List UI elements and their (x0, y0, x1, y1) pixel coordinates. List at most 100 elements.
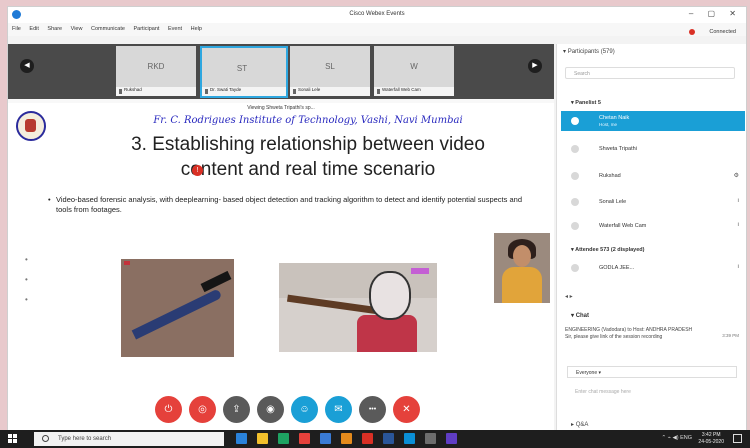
thumbnail-name-bar: Sonali Lele (290, 87, 370, 96)
qa-title: Q&A (575, 422, 589, 428)
thumbnail-name-bar: Waterfall Web Cam (374, 87, 454, 96)
menu-file[interactable]: File (12, 26, 21, 32)
participant-row-host[interactable]: Chetan Naik Host, me (561, 111, 745, 131)
stop-video-button[interactable]: ◎ (189, 396, 216, 423)
windows-start-icon[interactable] (8, 434, 18, 444)
video-thumbnail-strip: ◀ RKD Rukshad ST Dr. Swati Tayde SL Sona… (8, 44, 554, 99)
self-video-preview[interactable] (494, 233, 550, 303)
chat-message: ENGINEERING (Vadodara) to Host: ANDHRA P… (565, 327, 741, 340)
chat-header[interactable]: ▾ Chat (571, 312, 589, 319)
share-button[interactable]: ⇪ (223, 396, 250, 423)
mic-icon[interactable]: ı (737, 222, 739, 228)
avatar (571, 117, 579, 125)
menu-view[interactable]: View (71, 26, 83, 32)
menu-help[interactable]: Help (191, 26, 202, 32)
taskbar-app-icon[interactable] (299, 433, 310, 444)
menu-edit[interactable]: Edit (29, 26, 38, 32)
panel-scroll-icon[interactable]: ◂ ▸ (565, 293, 573, 300)
participant-row[interactable]: Rukshad ⚙ (561, 166, 745, 186)
more-button[interactable]: ••• (359, 396, 386, 423)
webex-window: Cisco Webex Events – ▢ ✕ File Edit Share… (7, 6, 747, 432)
mic-icon[interactable]: ı (737, 264, 739, 270)
participant-row[interactable]: Waterfall Web Cam ı (561, 216, 745, 236)
menu-bar: File Edit Share View Communicate Partici… (8, 23, 746, 36)
menu-share[interactable]: Share (47, 26, 62, 32)
taskbar-app-icon[interactable] (404, 433, 415, 444)
taskbar-app-icon[interactable] (320, 433, 331, 444)
taskbar-app-icon[interactable] (383, 433, 394, 444)
participants-header-text: Participants (579) (567, 49, 615, 55)
participant-row[interactable]: Shweta Tripathi (561, 139, 745, 159)
taskbar-search-input[interactable]: Type here to search (34, 432, 224, 446)
leave-button[interactable]: ✕ (393, 396, 420, 423)
slide-nav-dot-icon[interactable]: • (25, 275, 28, 284)
menu-communicate[interactable]: Communicate (91, 26, 125, 32)
connection-status-text: Connected (709, 29, 736, 35)
chat-text: Sir, please give link of the session rec… (565, 333, 663, 340)
thumbnail-sonali-lele[interactable]: SL Sonali Lele (290, 46, 370, 96)
mute-button[interactable]: ⏻ (155, 396, 182, 423)
thumbnails-next-icon[interactable]: ▶ (528, 59, 542, 73)
mic-icon (293, 89, 296, 94)
thumbnail-initials: W (410, 62, 418, 71)
qa-header[interactable]: ▸ Q&A (571, 421, 588, 428)
slide-title-line2: content and real time scenario (180, 159, 436, 180)
system-tray[interactable]: ⌃ ⌁ ◀) ENG (662, 435, 693, 441)
thumbnail-waterfall-web-cam[interactable]: W Waterfall Web Cam (374, 46, 454, 96)
participant-search-input[interactable]: Search (565, 67, 735, 79)
thumbnail-initials: SL (325, 62, 335, 71)
viewing-label: Viewing Shweta Tripathi's sp... (247, 105, 315, 111)
settings-icon[interactable]: ⚙ (734, 172, 739, 179)
thumbnails-prev-icon[interactable]: ◀ (20, 59, 34, 73)
participant-role: Host, me (599, 122, 618, 127)
thumbnail-name: Waterfall Web Cam (382, 87, 421, 92)
chat-input[interactable]: Enter chat message here (567, 384, 737, 400)
taskbar-app-icon[interactable] (425, 433, 436, 444)
participant-row[interactable]: Sonali Lele ı (561, 192, 745, 212)
mic-icon[interactable]: ı (737, 198, 739, 204)
chat-button[interactable]: ✉ (325, 396, 352, 423)
connection-status-icon (688, 28, 695, 35)
avatar (571, 172, 579, 180)
thumbnail-initials: RKD (147, 62, 165, 71)
chat-recipient-select[interactable]: Everyone ▾ (567, 366, 737, 378)
participants-button[interactable]: ☺ (291, 396, 318, 423)
thumbnail-name: Rukshad (124, 87, 142, 92)
menu-participant[interactable]: Participant (133, 26, 159, 32)
window-title: Cisco Webex Events (349, 11, 405, 17)
college-name: Fr. C. Rodrigues Institute of Technology… (153, 115, 463, 126)
menu-event[interactable]: Event (168, 26, 182, 32)
taskbar-app-icon[interactable] (341, 433, 352, 444)
thumbnail-rukshad[interactable]: RKD Rukshad (116, 46, 196, 96)
record-button[interactable]: ◉ (257, 396, 284, 423)
college-logo (16, 111, 46, 141)
panelist-heading[interactable]: ▾ Panelist 5 (571, 100, 601, 106)
knife-detection-image (121, 259, 234, 357)
taskbar-app-icon[interactable] (278, 433, 289, 444)
thumbnail-name: Dr. Swati Tayde (210, 87, 242, 92)
clock-time: 3:42 PM (701, 432, 721, 438)
slide-nav-dot-icon[interactable]: • (25, 295, 28, 304)
avatar (571, 264, 579, 272)
taskbar-app-icon[interactable] (362, 433, 373, 444)
alert-badge[interactable]: ! (192, 165, 203, 176)
avatar (571, 198, 579, 206)
connection-status[interactable]: Connected (688, 26, 739, 35)
participants-header[interactable]: ▾ Participants (579) (563, 48, 615, 55)
taskbar-app-icon[interactable] (446, 433, 457, 444)
window-controls[interactable]: – ▢ ✕ (689, 9, 742, 18)
thumbnail-swati-tayde[interactable]: ST Dr. Swati Tayde (200, 46, 288, 98)
chat-title: Chat (575, 313, 590, 319)
attendee-heading[interactable]: ▾ Attendee 573 (2 displayed) (571, 247, 644, 253)
title-bar: Cisco Webex Events – ▢ ✕ (8, 7, 746, 23)
panelist-heading-text: Panelist 5 (575, 100, 601, 106)
taskbar-clock[interactable]: 3:42 PM 24-05-2020 (698, 432, 724, 445)
taskbar-app-icon[interactable] (236, 433, 247, 444)
slide-nav-dot-icon[interactable]: • (25, 255, 28, 264)
participant-row-attendee[interactable]: GODLA JEE... ı (561, 258, 745, 278)
slide-bullet: • Video-based forensic analysis, with de… (48, 195, 536, 215)
language-indicator: ENG (680, 435, 692, 441)
taskbar-app-icon[interactable] (257, 433, 268, 444)
mic-icon (205, 89, 208, 94)
notification-icon[interactable] (733, 434, 742, 443)
